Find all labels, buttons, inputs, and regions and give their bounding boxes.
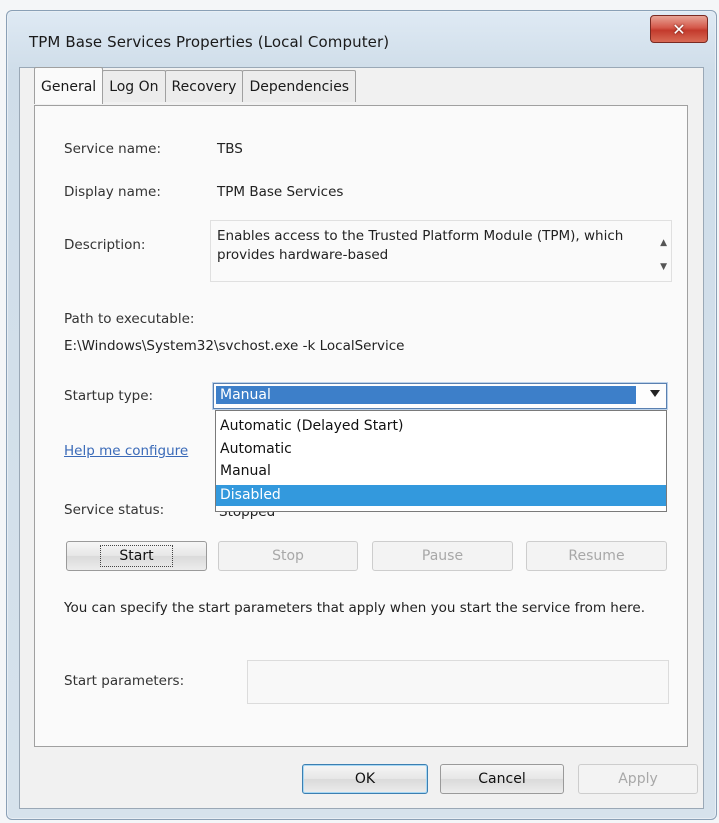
start-parameters-input[interactable] xyxy=(247,660,669,704)
start-parameters-hint: You can specify the start parameters tha… xyxy=(64,600,646,616)
option-automatic[interactable]: Automatic xyxy=(216,439,666,460)
display-name-value: TPM Base Services xyxy=(217,184,344,200)
cancel-button[interactable]: Cancel xyxy=(440,764,564,794)
start-button[interactable]: Start xyxy=(66,541,207,571)
service-status-label: Service status: xyxy=(64,502,165,518)
title-bar[interactable]: TPM Base Services Properties (Local Comp… xyxy=(7,11,716,67)
path-label: Path to executable: xyxy=(64,311,195,327)
chevron-down-icon[interactable] xyxy=(650,390,660,397)
tab-log-on[interactable]: Log On xyxy=(102,70,166,102)
option-manual[interactable]: Manual xyxy=(216,461,666,482)
description-scrollbar[interactable]: ▲ ▼ xyxy=(660,231,667,279)
option-disabled[interactable]: Disabled xyxy=(216,485,666,506)
startup-type-select[interactable]: Manual xyxy=(213,383,667,409)
ok-button[interactable]: OK xyxy=(302,764,428,794)
help-configure-link[interactable]: Help me configure xyxy=(64,443,188,459)
description-text: Enables access to the Trusted Platform M… xyxy=(217,228,624,263)
scroll-up-icon[interactable]: ▲ xyxy=(660,231,667,255)
startup-type-label: Startup type: xyxy=(64,388,154,404)
tab-general[interactable]: General xyxy=(34,67,104,104)
tab-strip: General Log On Recovery Dependencies xyxy=(34,67,357,104)
description-box[interactable]: Enables access to the Trusted Platform M… xyxy=(210,220,672,282)
apply-button[interactable]: Apply xyxy=(578,764,698,794)
path-value: E:\Windows\System32\svchost.exe -k Local… xyxy=(64,338,405,354)
pause-button[interactable]: Pause xyxy=(372,541,513,571)
start-parameters-label: Start parameters: xyxy=(64,673,185,689)
start-button-label: Start xyxy=(100,545,173,567)
stop-button[interactable]: Stop xyxy=(218,541,358,571)
close-button[interactable]: ✕ xyxy=(650,15,708,43)
resume-button[interactable]: Resume xyxy=(526,541,667,571)
service-name-label: Service name: xyxy=(64,141,162,157)
description-label: Description: xyxy=(64,237,146,253)
option-automatic-delayed[interactable]: Automatic (Delayed Start) xyxy=(216,416,666,437)
display-name-label: Display name: xyxy=(64,184,161,200)
scroll-down-icon[interactable]: ▼ xyxy=(660,255,667,279)
startup-type-dropdown-list: Automatic (Delayed Start) Automatic Manu… xyxy=(215,410,667,512)
service-name-value: TBS xyxy=(217,141,243,157)
tab-recovery[interactable]: Recovery xyxy=(164,70,244,102)
tab-dependencies[interactable]: Dependencies xyxy=(242,70,357,102)
startup-type-selected-value: Manual xyxy=(215,385,637,405)
close-icon: ✕ xyxy=(672,19,686,39)
window-title: TPM Base Services Properties (Local Comp… xyxy=(29,33,390,51)
